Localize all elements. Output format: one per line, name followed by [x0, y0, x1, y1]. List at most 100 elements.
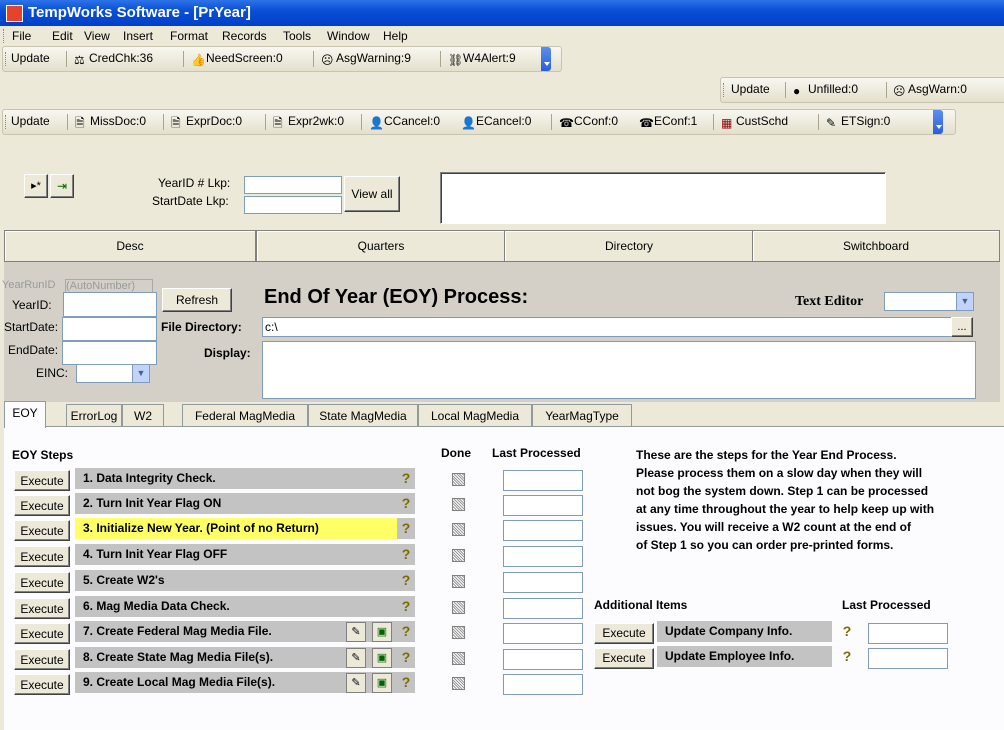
toolbar3-econf-button[interactable]: ☎EConf:1 — [639, 114, 697, 130]
help-icon[interactable]: ? — [398, 674, 414, 690]
company-last-processed-input[interactable] — [868, 623, 948, 644]
edit-file-icon[interactable]: ✎ — [346, 622, 366, 642]
save-file-icon[interactable]: ▣ — [372, 622, 392, 642]
save-file-icon[interactable]: ▣ — [372, 673, 392, 693]
toolbar3-cconf-button[interactable]: ☎CConf:0 — [559, 114, 618, 130]
execute-step-1-button[interactable]: Execute — [14, 470, 70, 491]
chevron-down-icon[interactable]: ▼ — [132, 365, 149, 382]
toolbar1-w4alert-button[interactable]: ⛓W4Alert:9 — [448, 51, 516, 67]
tab-yearmagtype[interactable]: YearMagType — [532, 404, 632, 427]
done-checkbox[interactable] — [452, 652, 465, 665]
help-icon[interactable]: ? — [398, 649, 414, 665]
done-checkbox[interactable] — [452, 575, 465, 588]
toolbar1-asgwarning-button[interactable]: ☹ AsgWarning:9 — [321, 51, 411, 67]
done-checkbox[interactable] — [452, 473, 465, 486]
menu-insert[interactable]: Insert — [123, 29, 153, 43]
execute-step-8-button[interactable]: Execute — [14, 649, 70, 670]
menu-tools[interactable]: Tools — [283, 29, 311, 43]
toolbar2-unfilled-button[interactable]: ● Unfilled:0 — [793, 82, 858, 98]
tab-eoy[interactable]: EOY — [4, 401, 46, 428]
yearid-input[interactable] — [63, 292, 157, 317]
tab-local-magmedia[interactable]: Local MagMedia — [418, 404, 532, 427]
step-6-last-processed-input[interactable] — [503, 598, 583, 619]
new-record-button[interactable]: ▸* — [24, 174, 48, 198]
toolbar3-custschd-button[interactable]: ▦ CustSchd — [721, 114, 788, 130]
execute-update-employee-button[interactable]: Execute — [594, 648, 654, 669]
step-9-last-processed-input[interactable] — [503, 674, 583, 695]
step-7-last-processed-input[interactable] — [503, 623, 583, 644]
execute-step-6-button[interactable]: Execute — [14, 598, 70, 619]
execute-step-3-button[interactable]: Execute — [14, 520, 70, 541]
toolbar3-etsign-button[interactable]: ✎ ETSign:0 — [826, 114, 890, 130]
done-checkbox[interactable] — [452, 549, 465, 562]
done-checkbox[interactable] — [452, 677, 465, 690]
exit-icon[interactable]: ⇥ — [50, 174, 74, 198]
toolbar3-exprdoc-button[interactable]: 🗎 ExprDoc:0 — [171, 114, 242, 130]
step-8-last-processed-input[interactable] — [503, 649, 583, 670]
menu-grip[interactable] — [3, 29, 7, 43]
menu-window[interactable]: Window — [327, 29, 370, 43]
nav-tab-quarters[interactable]: Quarters — [256, 230, 506, 262]
done-checkbox[interactable] — [452, 601, 465, 614]
execute-step-7-button[interactable]: Execute — [14, 623, 70, 644]
nav-tab-desc[interactable]: Desc — [4, 230, 256, 262]
step-1-last-processed-input[interactable] — [503, 470, 583, 491]
startdate-input[interactable] — [62, 317, 157, 341]
help-icon[interactable]: ? — [398, 623, 414, 639]
toolbar1-credchk-button[interactable]: ⚖ CredChk:36 — [74, 51, 153, 67]
refresh-button[interactable]: Refresh — [162, 288, 232, 312]
nav-tab-directory[interactable]: Directory — [504, 230, 754, 262]
toolbar3-ecancel-button[interactable]: 👤ECancel:0 — [461, 114, 531, 130]
display-textarea[interactable] — [262, 341, 976, 399]
execute-step-5-button[interactable]: Execute — [14, 572, 70, 593]
help-icon[interactable]: ? — [839, 648, 855, 664]
help-icon[interactable]: ? — [839, 623, 855, 639]
help-icon[interactable]: ? — [398, 495, 414, 511]
tab-errorlog[interactable]: ErrorLog — [66, 404, 122, 427]
tab-federal-magmedia[interactable]: Federal MagMedia — [182, 404, 308, 427]
tab-w2[interactable]: W2 — [122, 404, 164, 427]
employee-last-processed-input[interactable] — [868, 648, 948, 669]
nav-tab-switchboard[interactable]: Switchboard — [752, 230, 1000, 262]
toolbar2-asgwarn-button[interactable]: ☹ AsgWarn:0 — [893, 82, 967, 98]
help-icon[interactable]: ? — [398, 572, 414, 588]
step-5-last-processed-input[interactable] — [503, 572, 583, 593]
toolbar2-update-button[interactable]: Update — [731, 82, 770, 96]
help-icon[interactable]: ? — [398, 520, 414, 536]
toolbar3-update-button[interactable]: Update — [11, 114, 50, 128]
toolbar-options-icon[interactable] — [933, 110, 943, 134]
browse-button[interactable]: ... — [951, 317, 973, 337]
execute-step-4-button[interactable]: Execute — [14, 546, 70, 567]
toolbar3-ccancel-button[interactable]: 👤CCancel:0 — [369, 114, 440, 130]
done-checkbox[interactable] — [452, 626, 465, 639]
toolbar1-update-button[interactable]: Update — [11, 51, 50, 65]
view-all-button[interactable]: View all — [344, 176, 400, 212]
menu-help[interactable]: Help — [383, 29, 408, 43]
execute-step-2-button[interactable]: Execute — [14, 495, 70, 516]
menu-view[interactable]: View — [84, 29, 110, 43]
lookup-results-box[interactable] — [440, 172, 886, 224]
startdate-lookup-input[interactable] — [244, 196, 342, 214]
yearid-lookup-input[interactable] — [244, 176, 342, 194]
done-checkbox[interactable] — [452, 523, 465, 536]
einc-dropdown[interactable]: ▼ — [76, 364, 150, 383]
menu-edit[interactable]: Edit — [52, 29, 73, 43]
execute-step-9-button[interactable]: Execute — [14, 674, 70, 695]
help-icon[interactable]: ? — [398, 598, 414, 614]
edit-file-icon[interactable]: ✎ — [346, 673, 366, 693]
edit-file-icon[interactable]: ✎ — [346, 648, 366, 668]
menu-records[interactable]: Records — [222, 29, 267, 43]
text-editor-dropdown[interactable]: ▼ — [884, 292, 974, 311]
save-file-icon[interactable]: ▣ — [372, 648, 392, 668]
execute-update-company-button[interactable]: Execute — [594, 623, 654, 644]
toolbar-grip[interactable] — [5, 115, 9, 129]
menu-file[interactable]: File — [12, 29, 31, 43]
toolbar-grip[interactable] — [723, 83, 727, 97]
tab-state-magmedia[interactable]: State MagMedia — [308, 404, 418, 427]
step-4-last-processed-input[interactable] — [503, 546, 583, 567]
step-2-last-processed-input[interactable] — [503, 495, 583, 516]
file-directory-input[interactable] — [262, 317, 954, 337]
done-checkbox[interactable] — [452, 498, 465, 511]
toolbar3-expr2wk-button[interactable]: 🗎 Expr2wk:0 — [273, 114, 344, 130]
help-icon[interactable]: ? — [398, 546, 414, 562]
